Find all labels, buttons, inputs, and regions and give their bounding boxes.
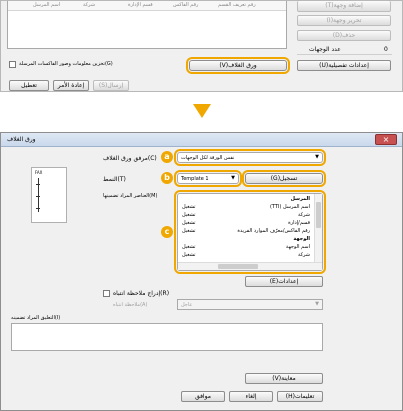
item-name[interactable]: قسم/إدارة	[288, 220, 310, 226]
down-arrow-shape	[193, 104, 211, 118]
include-note-checkbox[interactable]	[103, 290, 110, 297]
item-value[interactable]: تشغيل	[182, 228, 196, 234]
item-name[interactable]: شركة	[298, 212, 310, 218]
style-value: Template 1	[181, 176, 209, 182]
cancel-button[interactable]: تعطيل	[9, 80, 49, 91]
cover-preview: FAX	[31, 167, 67, 223]
badge-b: b	[161, 172, 173, 184]
close-icon: ×	[382, 135, 390, 144]
preview-line	[36, 196, 40, 197]
badge-c: c	[161, 226, 173, 238]
note-attention-label: (A)ملاحظة انتباه	[113, 302, 148, 308]
close-button[interactable]: ×	[375, 134, 397, 145]
item-name[interactable]: اسم المرسل (TTI)	[270, 204, 310, 210]
item-name[interactable]: شركة	[298, 252, 310, 258]
chevron-down-icon: ▼	[315, 154, 319, 160]
dialog-title-bar: ورق الغلاف ×	[1, 133, 402, 147]
down-arrow-icon	[193, 104, 211, 118]
destination-count-value: 0	[384, 46, 388, 53]
note-attention-select[interactable]: عاجل ▼	[177, 299, 323, 310]
store-fax-checkbox[interactable]	[9, 61, 16, 68]
destination-list-header: رقم تعريف القسم رقم الفاكس قسم الإدارة ش…	[8, 1, 286, 11]
cover-usage-value: نفس الورقة لكل الوجهات	[181, 155, 235, 161]
note-attention-value: عاجل	[181, 302, 193, 308]
add-destination-button[interactable]: (T)إضافة وجهة	[297, 1, 391, 12]
chevron-down-icon: ▼	[231, 175, 235, 181]
item-value[interactable]: تشغيل	[182, 212, 196, 218]
cover-sheet-button[interactable]: (V)ورق الغلاف	[186, 57, 290, 74]
item-value[interactable]: تشغيل	[182, 244, 196, 250]
preview-button[interactable]: (V)معاينة	[245, 373, 323, 384]
column-header-sender-name[interactable]: اسم المرسل	[33, 2, 60, 8]
cover-sheet-dialog: ورق الغلاف × FAX (C)مرفق ورق الغلاف نفس …	[0, 132, 403, 411]
vertical-scrollbar[interactable]	[314, 194, 322, 262]
item-name[interactable]: رقم الفاكس/معرّف الموارد الفريدة	[237, 228, 310, 234]
column-header-fax-number[interactable]: رقم الفاكس	[173, 2, 198, 8]
column-header-department[interactable]: قسم الإدارة	[128, 2, 153, 8]
column-header-department-id[interactable]: رقم تعريف القسم	[218, 2, 256, 8]
scroll-thumb[interactable]	[316, 202, 321, 228]
dialog-title: ورق الغلاف	[7, 136, 36, 143]
preview-line	[36, 208, 40, 209]
item-name[interactable]: الوجهة	[293, 236, 310, 242]
edit-destination-button[interactable]: (I)تحرير وجهة	[297, 15, 391, 26]
item-value[interactable]: تشغيل	[182, 252, 196, 258]
items-list[interactable]: المرسل اسم المرسل (TTI) تشغيل شركة تشغيل قسم/…	[174, 190, 326, 274]
preview-line	[36, 184, 40, 185]
style-select[interactable]: Template 1 ▼	[174, 170, 242, 187]
style-label: (T)النمط	[103, 176, 126, 183]
scroll-thumb[interactable]	[218, 264, 258, 269]
destination-count-label: عدد الوجهات	[309, 46, 341, 53]
item-name[interactable]: المرسل	[291, 196, 310, 202]
horizontal-scrollbar[interactable]	[178, 262, 322, 270]
detailed-settings-button[interactable]: (U)إعدادات تفصيلية	[297, 60, 391, 71]
item-value[interactable]: تشغيل	[182, 204, 196, 210]
badge-a: a	[161, 151, 173, 163]
item-name[interactable]: اسم الوجهة	[286, 244, 310, 250]
include-text-label: (I)التعليق المراد تضمينه	[11, 315, 61, 321]
store-fax-label: (G)تخزين معلومات وصور الفاكسات المرسلة	[19, 61, 113, 67]
cancel-dialog-button[interactable]: إلغاء	[229, 391, 273, 402]
main-window: رقم تعريف القسم رقم الفاكس قسم الإدارة ش…	[0, 0, 403, 92]
cover-usage-select[interactable]: نفس الورقة لكل الوجهات ▼	[174, 149, 326, 166]
cover-usage-label: (C)مرفق ورق الغلاف	[103, 155, 157, 162]
ok-button[interactable]: موافق	[181, 391, 225, 402]
item-value[interactable]: تشغيل	[182, 220, 196, 226]
destination-list[interactable]: رقم تعريف القسم رقم الفاكس قسم الإدارة ش…	[7, 1, 287, 49]
column-header-company[interactable]: شركة	[83, 2, 95, 8]
items-label: (M)العناصر المراد تضمينها	[103, 193, 158, 199]
include-note-label: (R)إدراج ملاحظة انتباه	[113, 290, 170, 297]
settings-button[interactable]: (E)إعدادات	[245, 276, 323, 287]
delete-button[interactable]: (D)حذف	[297, 30, 391, 41]
help-button[interactable]: (H)تعليمات	[277, 391, 323, 402]
preview-fax-text: FAX	[35, 170, 43, 175]
reset-button[interactable]: إعادة الأمر	[53, 80, 89, 91]
separator	[297, 54, 392, 55]
comment-textarea[interactable]	[11, 323, 323, 351]
send-button[interactable]: (S)إرسال	[93, 80, 129, 91]
register-button[interactable]: (G)تسجيل	[242, 170, 326, 187]
chevron-down-icon: ▼	[315, 301, 319, 307]
